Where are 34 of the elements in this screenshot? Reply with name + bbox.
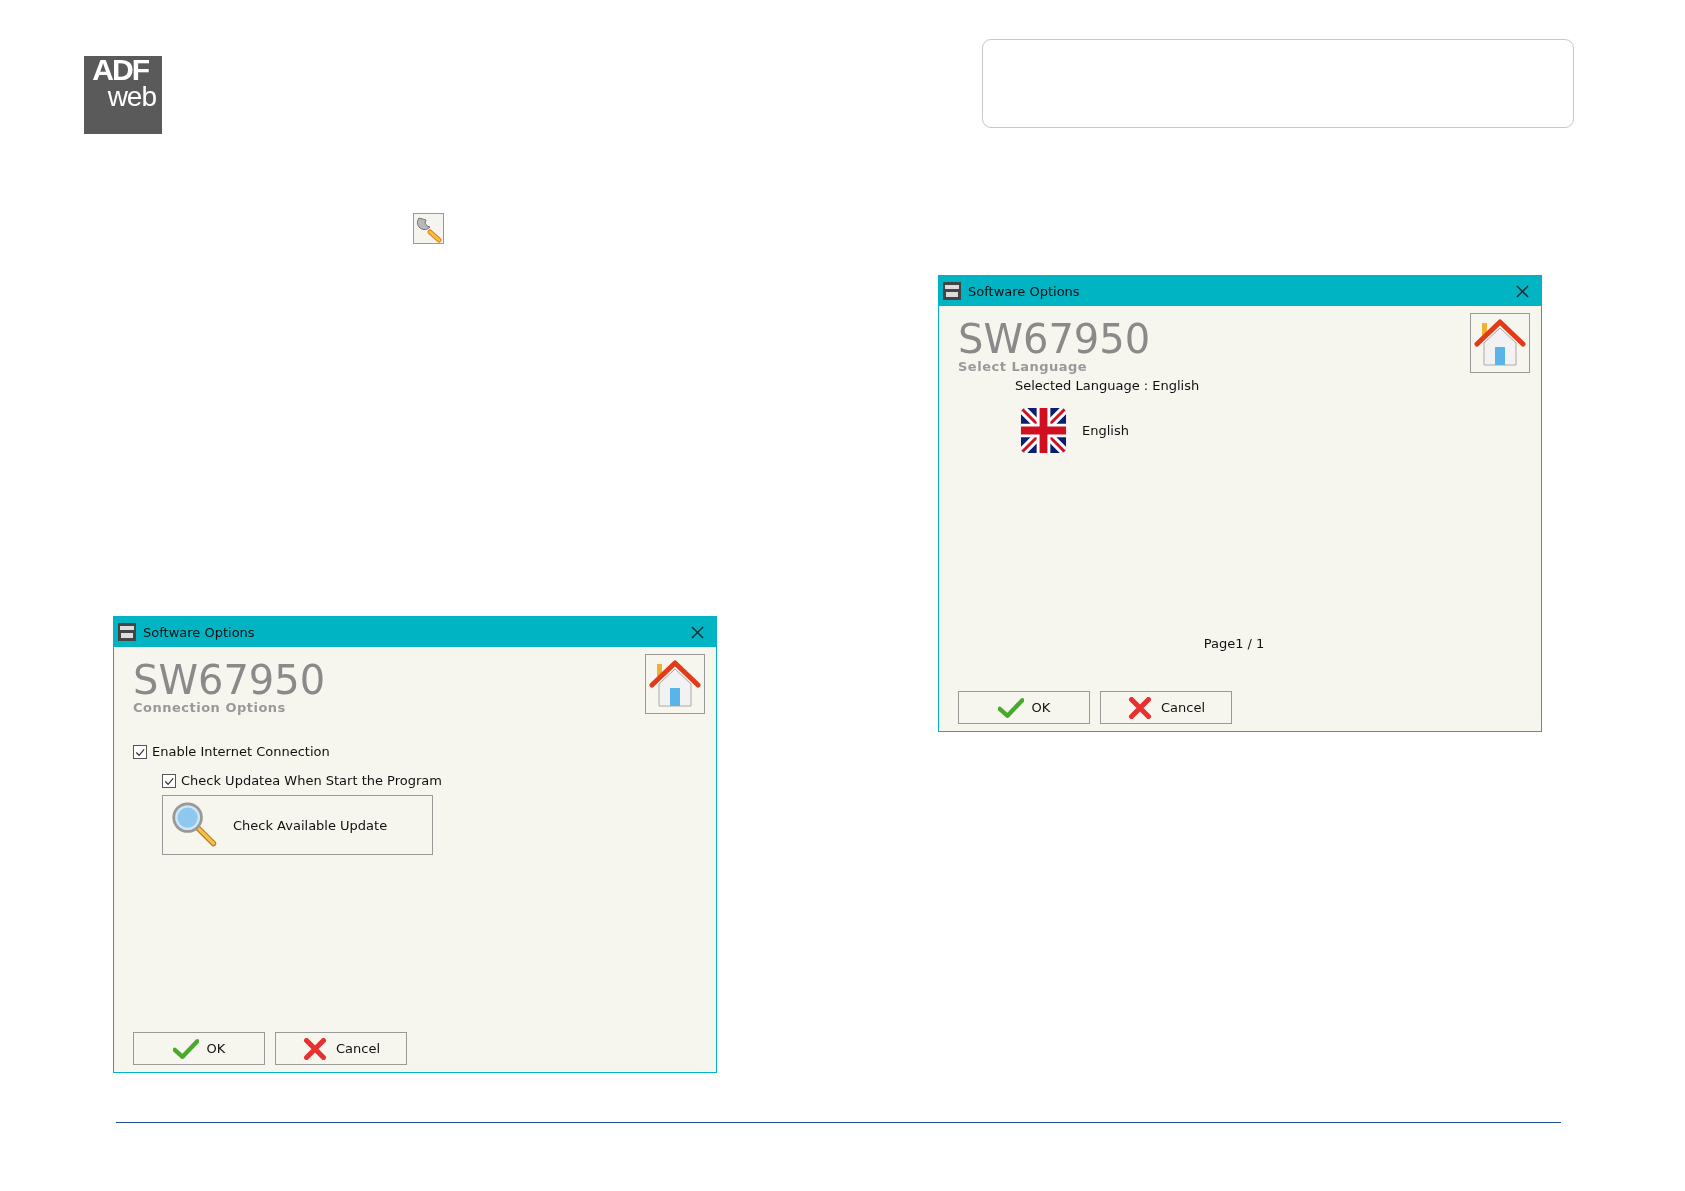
checkmark-icon	[997, 696, 1024, 719]
home-button[interactable]	[1470, 313, 1530, 373]
window-title: Software Options	[968, 283, 1081, 299]
checkmark-icon	[172, 1037, 199, 1060]
section-subtitle: Select Language	[958, 359, 1089, 374]
ok-button[interactable]: OK	[133, 1032, 265, 1065]
cross-icon	[301, 1037, 328, 1060]
house-icon	[649, 658, 701, 710]
cancel-button[interactable]: Cancel	[275, 1032, 407, 1065]
window-title: Software Options	[143, 624, 256, 640]
checkbox-label: Enable Internet Connection	[152, 744, 330, 759]
app-logo-icon	[943, 282, 961, 300]
home-button[interactable]	[645, 654, 705, 714]
app-logo-icon	[118, 623, 136, 641]
product-code: SW67950	[958, 319, 1151, 359]
cross-icon	[1126, 696, 1153, 719]
flag-icon[interactable]	[1020, 407, 1067, 454]
logo-text: web	[107, 84, 156, 110]
checkbox-label: Check Updatea When Start the Program	[181, 773, 442, 788]
check-update-button[interactable]: Check Available Update	[162, 795, 433, 855]
selected-language-label: Selected Language : English	[1015, 378, 1201, 393]
close-icon[interactable]	[691, 625, 704, 639]
wrench-icon	[413, 213, 444, 244]
section-subtitle: Connection Options	[133, 700, 287, 715]
page-indicator: Page1 / 1	[1203, 636, 1265, 651]
language-name[interactable]: English	[1082, 423, 1129, 438]
house-icon	[1474, 317, 1526, 369]
close-icon[interactable]	[1516, 284, 1529, 298]
logo-text: ADF	[92, 56, 148, 84]
ok-button[interactable]: OK	[958, 691, 1090, 724]
cancel-button[interactable]: Cancel	[1100, 691, 1232, 724]
product-code: SW67950	[133, 660, 326, 700]
checkbox[interactable]	[162, 773, 176, 788]
checkbox[interactable]	[133, 744, 147, 759]
